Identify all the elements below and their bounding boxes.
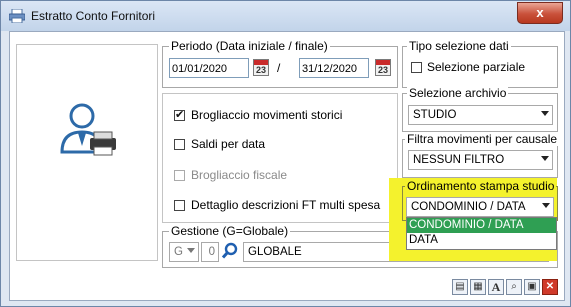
ordinamento-select[interactable]: CONDOMINIO / DATA (406, 197, 554, 217)
dropdown-option[interactable]: CONDOMINIO / DATA (407, 218, 556, 233)
printer-icon (9, 9, 25, 23)
ordinamento-group: Ordinamento stampa studio CONDOMINIO / D… (402, 179, 558, 221)
document-icon[interactable]: ▤ (452, 279, 468, 295)
saldi-per-data-label: Saldi per data (191, 137, 266, 151)
chevron-down-icon (187, 248, 195, 253)
start-date-input[interactable]: 01/01/2020 (169, 58, 249, 78)
brogliaccio-fiscale-label: Brogliaccio fiscale (191, 168, 288, 182)
periodo-legend: Periodo (Data iniziale / finale) (169, 39, 330, 53)
dropdown-option[interactable]: DATA (407, 233, 556, 248)
close-icon[interactable]: ✕ (542, 279, 558, 295)
end-date-input[interactable]: 31/12/2020 (299, 58, 369, 78)
selezione-parziale-label: Selezione parziale (427, 60, 526, 74)
ordinamento-value: CONDOMINIO / DATA (411, 201, 526, 213)
causale-value: NESSUN FILTRO (413, 154, 505, 166)
grid-icon[interactable]: ▦ (470, 279, 486, 295)
gestione-legend: Gestione (G=Globale) (169, 224, 291, 238)
search-icon[interactable] (221, 242, 239, 260)
archivio-group: Selezione archivio STUDIO (402, 86, 558, 132)
causale-legend: Filtra movimenti per causale (405, 132, 560, 146)
calendar-icon: 23 (377, 65, 388, 75)
gestione-code-select[interactable]: G (169, 242, 199, 262)
periodo-group: Periodo (Data iniziale / finale) 01/01/2… (162, 39, 398, 88)
calendar-icon: 23 (255, 65, 266, 75)
brogliaccio-storici-label: Brogliaccio movimenti storici (191, 108, 343, 122)
font-icon[interactable]: A (488, 279, 504, 295)
window-close-button[interactable]: x (517, 2, 563, 24)
icon-panel (16, 44, 158, 261)
end-calendar-button[interactable]: 23 (375, 59, 391, 76)
chevron-down-icon (541, 156, 549, 161)
brogliaccio-fiscale-checkbox (174, 170, 185, 181)
dettaglio-ft-checkbox[interactable] (174, 200, 185, 211)
ordinamento-legend: Ordinamento stampa studio (405, 179, 557, 193)
preview-icon[interactable]: ⌕ (506, 279, 522, 295)
tipo-selezione-legend: Tipo selezione dati (407, 39, 511, 53)
ordinamento-dropdown: CONDOMINIO / DATA DATA (406, 217, 557, 250)
window-title: Estratto Conto Fornitori (31, 9, 156, 23)
options-panel: Brogliaccio movimenti storici Saldi per … (162, 93, 398, 223)
dettaglio-ft-label: Dettaglio descrizioni FT multi spesa (191, 198, 381, 212)
brogliaccio-storici-checkbox[interactable] (174, 108, 185, 121)
saldi-per-data-checkbox[interactable] (174, 139, 185, 150)
causale-select[interactable]: NESSUN FILTRO (408, 150, 553, 170)
selezione-parziale-checkbox[interactable] (411, 62, 422, 73)
print-icon[interactable]: ▣ (524, 279, 540, 295)
chevron-down-icon (542, 203, 550, 208)
tipo-selezione-group: Tipo selezione dati Selezione parziale (402, 39, 558, 88)
user-printer-icon (60, 103, 116, 156)
title-bar: Estratto Conto Fornitori x (1, 1, 570, 31)
start-calendar-button[interactable]: 23 (253, 59, 269, 76)
archivio-select[interactable]: STUDIO (408, 105, 553, 125)
chevron-down-icon (541, 111, 549, 116)
archivio-legend: Selezione archivio (407, 86, 509, 100)
causale-group: Filtra movimenti per causale NESSUN FILT… (402, 132, 560, 178)
gestione-number[interactable]: 0 (201, 242, 219, 262)
date-separator: / (277, 61, 281, 75)
gestione-code: G (174, 246, 183, 258)
archivio-value: STUDIO (413, 109, 457, 121)
